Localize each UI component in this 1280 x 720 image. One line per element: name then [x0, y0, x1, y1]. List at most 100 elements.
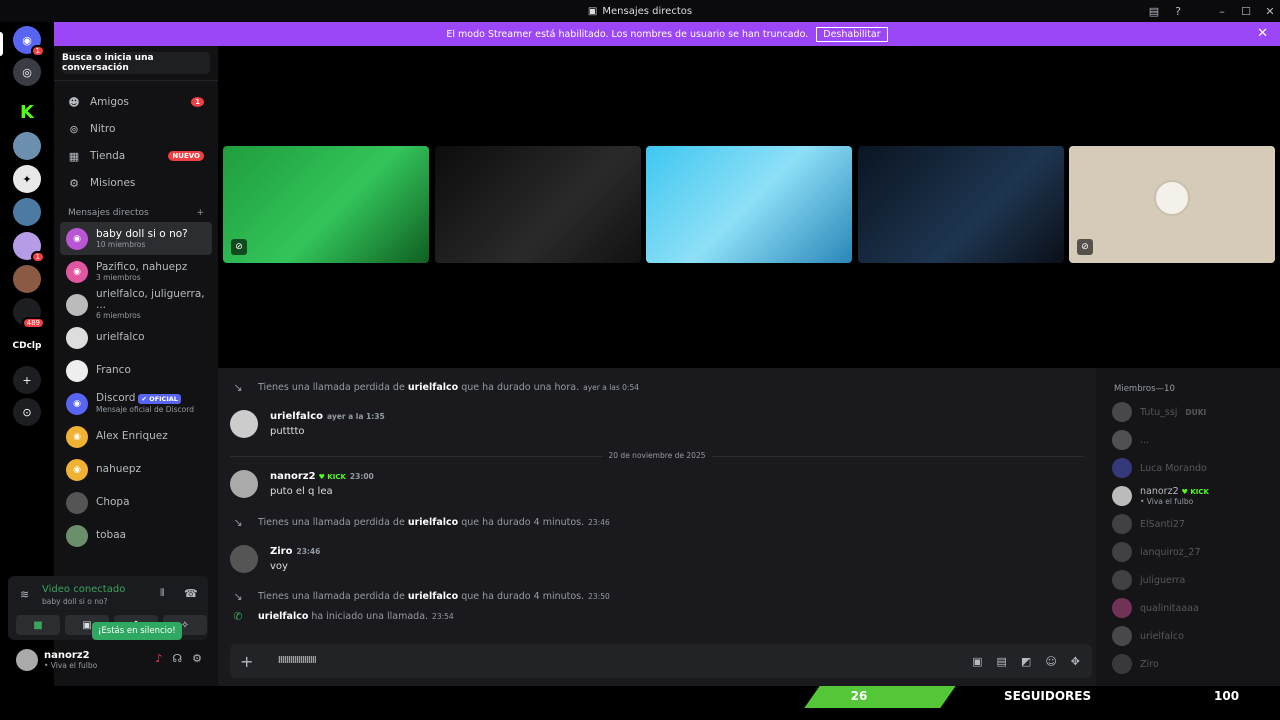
- nav-friends[interactable]: ☻ Amigos 1: [60, 89, 212, 115]
- avatar: [1112, 598, 1132, 618]
- member-item[interactable]: ...: [1112, 430, 1149, 450]
- gif-icon[interactable]: ▤: [997, 655, 1007, 668]
- close-window-button[interactable]: ✕: [1258, 3, 1280, 19]
- nav-quests[interactable]: ⚙ Misiones: [60, 170, 212, 196]
- dm-item[interactable]: ◉ Pazifico, nahuepz 3 miembros: [60, 255, 212, 288]
- dm-item[interactable]: ◉ baby doll si o no? 10 miembros: [60, 222, 212, 255]
- voice-status: Video conectado: [42, 584, 126, 595]
- inbox-button[interactable]: ▤: [1142, 3, 1166, 19]
- server-icon[interactable]: [13, 132, 41, 160]
- dm-item[interactable]: tobaa: [60, 519, 212, 552]
- disable-streamer-button[interactable]: Deshabilitar: [816, 26, 888, 42]
- chat-message: nanorz2 ♥ KICK 23:00 puto el q lea: [230, 470, 1086, 500]
- nitro-icon: ⊚: [69, 122, 79, 136]
- avatar: [1112, 486, 1132, 506]
- member-item[interactable]: Luca Morando: [1112, 458, 1207, 478]
- member-item[interactable]: nanorz2 ♥ KICK • Viva el fulbo: [1112, 486, 1209, 506]
- member-item[interactable]: urielfalco: [1112, 626, 1184, 646]
- avatar: [66, 326, 88, 349]
- noise-suppression-icon[interactable]: ⦀: [160, 588, 164, 599]
- streamer-mode-banner: El modo Streamer está habilitado. Los no…: [54, 22, 1280, 46]
- add-dm-icon[interactable]: +: [196, 208, 204, 218]
- sticker-icon[interactable]: ◩: [1021, 655, 1031, 668]
- maximize-button[interactable]: ☐: [1234, 3, 1258, 19]
- member-item[interactable]: qualinitaaaa: [1112, 598, 1199, 618]
- muted-tooltip: ¡Estás en silencio!: [92, 622, 182, 640]
- kick-server-icon[interactable]: K: [13, 98, 41, 126]
- date-divider: 20 de noviembre de 2025: [230, 451, 1084, 460]
- nav-nitro[interactable]: ⊚ Nitro: [60, 116, 212, 142]
- server-folder-icon[interactable]: ◎: [13, 58, 41, 86]
- member-item[interactable]: Tutu_ssj DUKI: [1112, 402, 1206, 422]
- message-input[interactable]: lllllllllllllllllll: [278, 656, 317, 666]
- mic-muted-icon: ⊘: [1077, 239, 1093, 255]
- video-tile[interactable]: [858, 146, 1064, 263]
- chat-area: ↘ Tienes una llamada perdida de urielfal…: [218, 368, 1096, 686]
- search-input[interactable]: Busca o inicia una conversación: [62, 52, 210, 74]
- video-tile[interactable]: [646, 146, 852, 263]
- member-item[interactable]: juliguerra: [1112, 570, 1185, 590]
- dm-item[interactable]: ◉ Discord ✔ OFICIAL Mensaje oficial de Dis…: [60, 387, 212, 420]
- avatar: ◉: [66, 260, 88, 283]
- signal-icon: ≋: [20, 588, 30, 601]
- phone-icon: ✆: [233, 610, 243, 623]
- message-composer[interactable]: + lllllllllllllllllll ▣ ▤ ◩ ☺ ✥: [230, 644, 1092, 678]
- server-icon[interactable]: [13, 265, 41, 293]
- banner-text: El modo Streamer está habilitado. Los no…: [446, 28, 809, 40]
- avatar[interactable]: [230, 470, 258, 498]
- chat-message: Ziro 23:46 voy: [230, 545, 1086, 575]
- help-icon[interactable]: ?: [1166, 3, 1190, 19]
- video-tile[interactable]: ⊘: [223, 146, 429, 263]
- add-attachment-icon[interactable]: +: [240, 652, 260, 671]
- avatar: [1154, 180, 1190, 216]
- add-server-icon[interactable]: +: [13, 366, 41, 394]
- cdclp-server[interactable]: CDclp: [6, 332, 48, 360]
- dm-item[interactable]: urielfalco: [60, 321, 212, 354]
- gift-icon[interactable]: ▣: [972, 655, 982, 668]
- server-icon[interactable]: ✦: [13, 165, 41, 193]
- dm-item[interactable]: Chopa: [60, 486, 212, 519]
- server-icon[interactable]: [13, 198, 41, 226]
- member-item[interactable]: ElSanti27: [1112, 514, 1185, 534]
- official-badge: ✔ OFICIAL: [138, 394, 181, 404]
- dm-item[interactable]: Franco: [60, 354, 212, 387]
- discord-icon: ◉: [66, 392, 88, 415]
- avatar[interactable]: [230, 545, 258, 573]
- follower-label: SEGUIDORES: [1004, 689, 1092, 703]
- avatar[interactable]: [230, 410, 258, 438]
- call-started-message: ✆ urielfalco ha iniciado una llamada. 23:…: [230, 610, 1086, 623]
- avatar: [1112, 402, 1132, 422]
- new-badge: NUEVO: [168, 151, 204, 161]
- avatar[interactable]: [16, 649, 38, 671]
- video-tile[interactable]: ⊘: [1069, 146, 1275, 263]
- emoji-icon[interactable]: ☺: [1045, 655, 1056, 668]
- discover-icon[interactable]: ⊙: [13, 398, 41, 426]
- video-tile[interactable]: [435, 146, 641, 263]
- server-icon[interactable]: 1: [13, 232, 45, 263]
- shop-icon: ▦: [68, 149, 80, 163]
- gear-icon[interactable]: ⚙: [192, 652, 202, 665]
- headset-icon[interactable]: ☊: [172, 652, 182, 665]
- member-item[interactable]: ianquiroz_27: [1112, 542, 1201, 562]
- avatar: [1112, 626, 1132, 646]
- close-icon[interactable]: ✕: [1257, 26, 1268, 41]
- apps-icon[interactable]: ✥: [1071, 655, 1080, 668]
- server-icon[interactable]: 489: [13, 298, 45, 329]
- quests-icon: ⚙: [69, 176, 79, 190]
- home-discord-icon[interactable]: ◉ 1: [13, 26, 45, 57]
- friends-badge: 1: [191, 97, 204, 107]
- mic-muted-icon[interactable]: ♪: [155, 652, 162, 665]
- camera-button[interactable]: ■: [16, 615, 60, 635]
- avatar: ◉: [66, 425, 88, 448]
- minimize-button[interactable]: –: [1210, 3, 1234, 19]
- voice-channel[interactable]: baby doll si o no?: [42, 597, 108, 606]
- disconnect-icon[interactable]: ☎: [184, 587, 198, 600]
- dm-item[interactable]: ◉ Alex Enriquez: [60, 420, 212, 453]
- members-header: Miembros—10: [1114, 384, 1175, 394]
- nav-shop[interactable]: ▦ Tienda NUEVO: [60, 143, 212, 169]
- missed-call-message: ↘ Tienes una llamada perdida de urielfal…: [230, 590, 1086, 603]
- dm-item[interactable]: ◉ nahuepz: [60, 453, 212, 486]
- inbox-icon: ▣: [587, 5, 598, 17]
- member-item[interactable]: Ziro: [1112, 654, 1159, 674]
- dm-item[interactable]: urielfalco, juliguerra, ... 6 miembros: [60, 288, 212, 321]
